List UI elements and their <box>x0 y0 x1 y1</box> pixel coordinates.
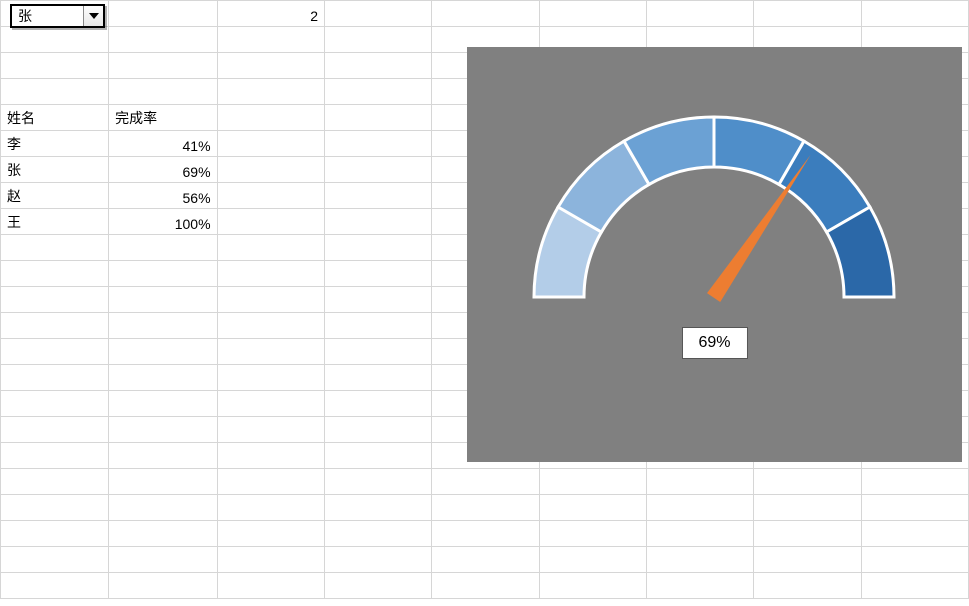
gauge-needle <box>707 155 811 302</box>
table-header-rate: 完成率 <box>109 105 217 131</box>
gauge-value-label: 69% <box>681 327 747 359</box>
table-header-name: 姓名 <box>1 105 109 131</box>
name-dropdown[interactable]: 张 <box>10 4 105 28</box>
chevron-down-icon[interactable] <box>83 6 103 26</box>
dropdown-selected: 张 <box>12 6 83 26</box>
gauge-chart[interactable]: 69% <box>467 47 962 462</box>
cell-c1[interactable]: 2 <box>217 1 325 27</box>
